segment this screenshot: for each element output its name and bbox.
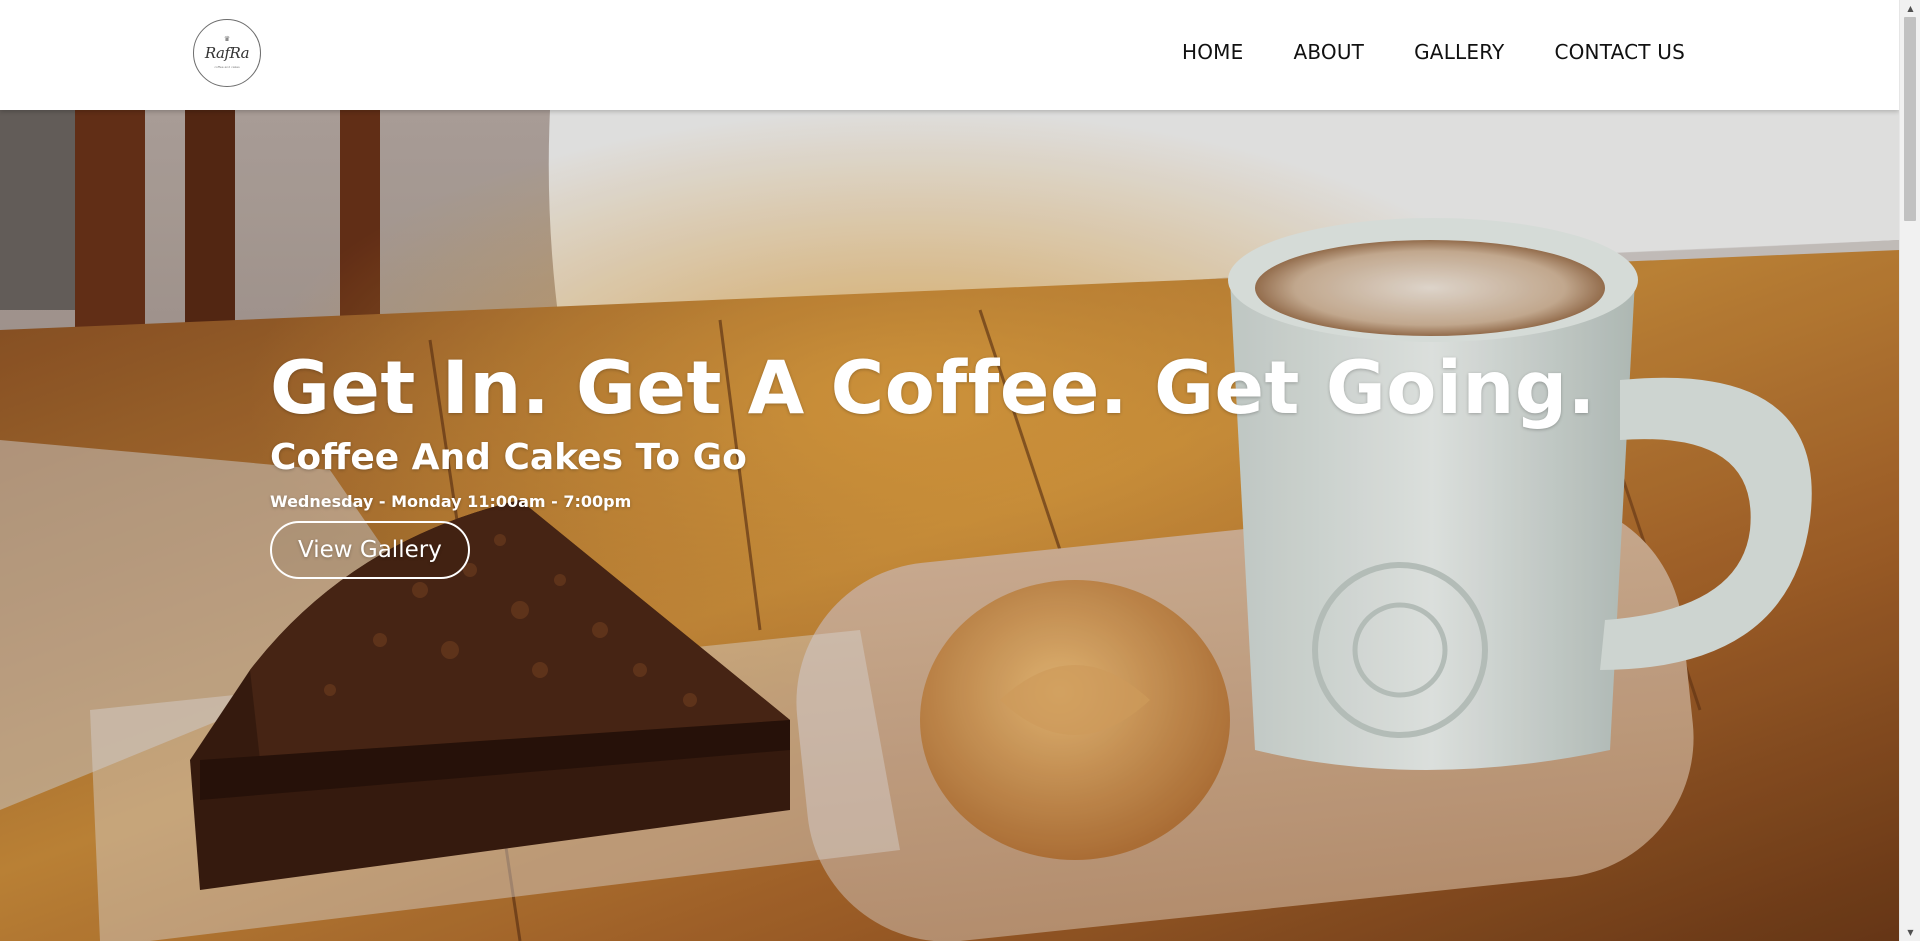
nav-gallery[interactable]: GALLERY	[1414, 40, 1504, 64]
nav-about[interactable]: ABOUT	[1293, 40, 1364, 64]
hero-section: Get In. Get A Coffee. Get Going. Coffee …	[0, 110, 1899, 941]
logo-subtext: coffee and cakes	[214, 65, 240, 69]
view-gallery-button[interactable]: View Gallery	[270, 521, 470, 579]
scrollbar-thumb[interactable]	[1904, 17, 1916, 221]
logo-text: RafRa	[204, 44, 250, 62]
hero-title: Get In. Get A Coffee. Get Going.	[270, 346, 1596, 431]
chevron-up-icon[interactable]: ▲	[1900, 0, 1920, 17]
main-nav: HOME ABOUT GALLERY CONTACT US	[1182, 40, 1685, 64]
logo-crown-icon: ♛	[223, 35, 231, 43]
vertical-scrollbar[interactable]: ▲ ▼	[1899, 0, 1920, 941]
chevron-down-icon[interactable]: ▼	[1900, 924, 1920, 941]
opening-hours: Wednesday - Monday 11:00am - 7:00pm	[270, 492, 632, 511]
nav-contact-us[interactable]: CONTACT US	[1554, 40, 1685, 64]
hero-content: Get In. Get A Coffee. Get Going. Coffee …	[270, 346, 1596, 579]
site-logo[interactable]: ♛ RafRa coffee and cakes	[193, 19, 261, 87]
site-header: ♛ RafRa coffee and cakes HOME ABOUT GALL…	[0, 0, 1899, 110]
nav-home[interactable]: HOME	[1182, 40, 1243, 64]
page: ♛ RafRa coffee and cakes HOME ABOUT GALL…	[0, 0, 1920, 941]
hero-subtitle: Coffee And Cakes To Go	[270, 437, 747, 478]
